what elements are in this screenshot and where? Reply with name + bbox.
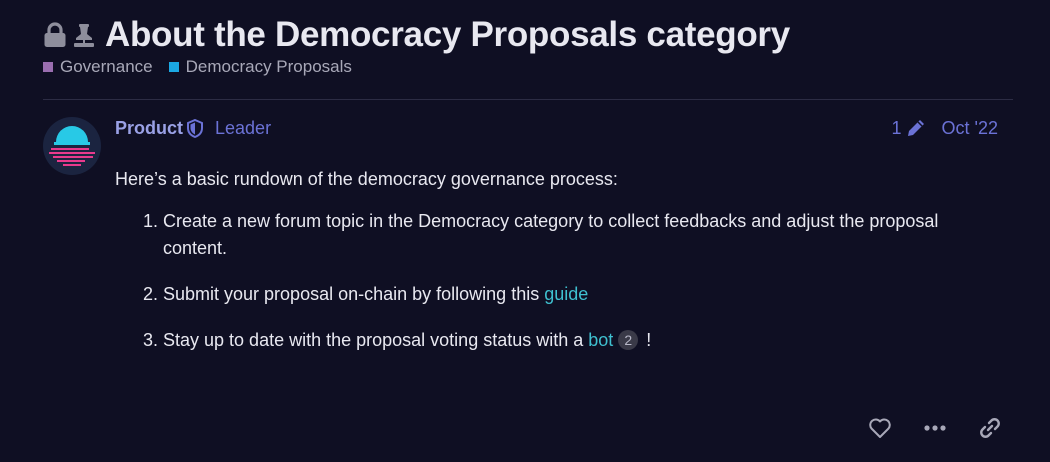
like-button[interactable] xyxy=(856,411,904,445)
post-meta: 1 Oct '22 xyxy=(892,116,998,140)
list-item: Submit your proposal on-chain by followi… xyxy=(163,281,985,308)
category-badges: Governance Democracy Proposals xyxy=(43,57,368,77)
post-intro: Here’s a basic rundown of the democracy … xyxy=(115,169,618,189)
guide-link[interactable]: guide xyxy=(544,284,588,304)
ellipsis-icon xyxy=(924,425,946,431)
category-name: Governance xyxy=(60,57,153,76)
step-text: Create a new forum topic in the Democrac… xyxy=(163,211,939,258)
post-actions xyxy=(849,411,1014,445)
pencil-icon[interactable] xyxy=(906,118,926,138)
username[interactable]: Product xyxy=(115,118,183,139)
steps-list: Create a new forum topic in the Democrac… xyxy=(115,208,985,354)
header-divider xyxy=(43,99,1013,100)
list-item: Create a new forum topic in the Democrac… xyxy=(163,208,985,262)
step-text: Stay up to date with the proposal voting… xyxy=(163,330,589,350)
category-badge-governance[interactable]: Governance xyxy=(43,57,153,77)
link-icon xyxy=(978,416,1002,440)
category-badge-democracy-proposals[interactable]: Democracy Proposals xyxy=(168,57,352,77)
topic-header: About the Democracy Proposals category xyxy=(43,14,790,56)
category-color-swatch xyxy=(43,62,53,72)
step-text-end: ! xyxy=(641,330,652,350)
topic-title[interactable]: About the Democracy Proposals category xyxy=(105,15,790,55)
post-body: Here’s a basic rundown of the democracy … xyxy=(115,166,985,373)
share-link-button[interactable] xyxy=(966,411,1014,445)
pin-icon xyxy=(73,22,95,48)
topic-page: About the Democracy Proposals category G… xyxy=(0,0,1050,462)
category-color-swatch xyxy=(168,62,179,72)
category-name: Democracy Proposals xyxy=(185,57,352,76)
heart-icon xyxy=(868,417,892,439)
list-item: Stay up to date with the proposal voting… xyxy=(163,327,985,354)
shield-icon xyxy=(187,118,204,138)
click-count-badge: 2 xyxy=(618,330,639,350)
edit-count[interactable]: 1 xyxy=(892,118,902,139)
bot-link[interactable]: bot xyxy=(588,330,613,350)
avatar[interactable] xyxy=(43,117,101,175)
user-title: Leader xyxy=(215,117,272,138)
post-author: Product Leader xyxy=(115,116,271,140)
post-date[interactable]: Oct '22 xyxy=(942,118,998,139)
more-button[interactable] xyxy=(911,411,959,445)
lock-icon xyxy=(43,22,67,48)
step-text: Submit your proposal on-chain by followi… xyxy=(163,284,545,304)
